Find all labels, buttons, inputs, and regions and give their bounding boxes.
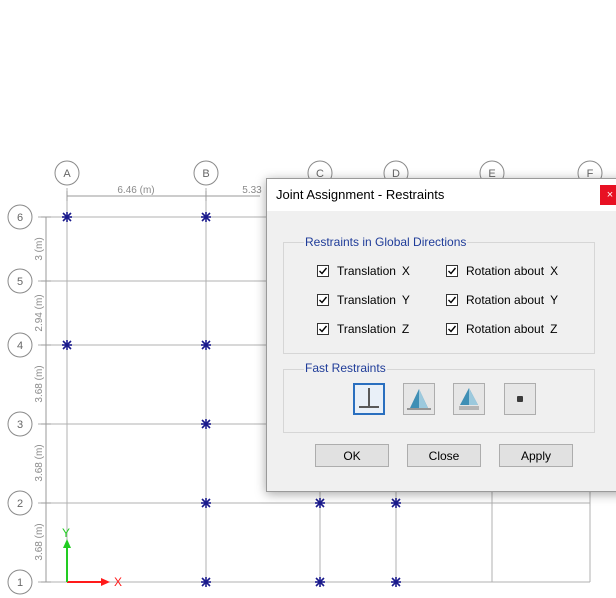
row-label-4: 4	[17, 340, 23, 352]
joint-marker[interactable]	[201, 212, 211, 222]
rotation-y-checkbox[interactable]	[446, 294, 458, 306]
row-spacing-label-21: 3.68 (m)	[34, 523, 45, 560]
joint-marker[interactable]	[391, 577, 401, 587]
row-label-2: 2	[17, 498, 23, 510]
translation-y-checkbox[interactable]	[317, 294, 329, 306]
y-axis-label: Y	[62, 526, 70, 540]
row-label-6: 6	[17, 212, 23, 224]
x-axis-label: X	[114, 575, 122, 589]
column-spacing-label-bc: 5.33	[242, 185, 262, 196]
translation-x-row[interactable]: Translation X	[317, 263, 410, 279]
translation-y-label: Translation	[337, 293, 396, 307]
fast-restraints-group	[283, 369, 595, 433]
dialog-title: Joint Assignment - Restraints	[276, 187, 445, 202]
roller-support-icon	[459, 388, 479, 410]
pinned-support-button[interactable]	[403, 383, 435, 415]
rotation-y-row[interactable]: Rotation about Y	[446, 292, 558, 308]
rotation-y-axis: Y	[550, 293, 559, 307]
row-spacing-label-43: 3.68 (m)	[34, 365, 45, 402]
free-joint-icon	[517, 396, 523, 402]
roller-support-button[interactable]	[453, 383, 485, 415]
pinned-support-icon	[407, 389, 431, 410]
joint-marker[interactable]	[315, 498, 325, 508]
column-label-a: A	[63, 168, 71, 180]
rotation-z-label: Rotation about	[466, 322, 545, 336]
row-label-1: 1	[17, 577, 23, 589]
ok-button[interactable]: OK	[315, 444, 389, 467]
joint-marker[interactable]	[62, 212, 72, 222]
translation-x-checkbox[interactable]	[317, 265, 329, 277]
rotation-z-checkbox[interactable]	[446, 323, 458, 335]
joint-marker[interactable]	[201, 577, 211, 587]
rotation-z-row[interactable]: Rotation about Z	[446, 321, 557, 337]
restraints-dialog: Joint Assignment - Restraints × Restrain…	[266, 178, 616, 492]
row-spacing-label-65: 3 (m)	[34, 237, 45, 260]
fast-restraints-group-label: Fast Restraints	[304, 361, 387, 375]
translation-x-label: Translation	[337, 264, 396, 278]
row-label-5: 5	[17, 276, 23, 288]
joint-marker[interactable]	[201, 340, 211, 350]
column-label-b: B	[202, 168, 209, 180]
joint-marker[interactable]	[315, 577, 325, 587]
row-bubbles	[7, 204, 33, 595]
rotation-x-row[interactable]: Rotation about X	[446, 263, 558, 279]
joint-marker[interactable]	[201, 498, 211, 508]
translation-y-row[interactable]: Translation Y	[317, 292, 410, 308]
free-joint-button[interactable]	[504, 383, 536, 415]
translation-x-axis: X	[401, 264, 410, 278]
translation-y-axis: Y	[401, 293, 410, 307]
rotation-y-label: Rotation about	[466, 293, 545, 307]
dialog-titlebar[interactable]: Joint Assignment - Restraints ×	[267, 179, 616, 211]
fixed-support-button[interactable]	[353, 383, 385, 415]
rotation-x-checkbox[interactable]	[446, 265, 458, 277]
column-spacing-label-ab: 6.46 (m)	[117, 185, 154, 196]
joint-marker[interactable]	[62, 340, 72, 350]
row-spacing-label-54: 2.94 (m)	[34, 294, 45, 331]
row-label-3: 3	[17, 419, 23, 431]
row-spacing-label-32: 3.68 (m)	[34, 444, 45, 481]
fixed-support-icon	[359, 388, 379, 408]
translation-z-axis: Z	[401, 322, 410, 336]
joint-marker[interactable]	[201, 419, 211, 429]
apply-button[interactable]: Apply	[499, 444, 573, 467]
joint-marker[interactable]	[391, 498, 401, 508]
close-button[interactable]: Close	[407, 444, 481, 467]
close-icon[interactable]: ×	[600, 185, 616, 205]
rotation-x-axis: X	[550, 264, 559, 278]
translation-z-label: Translation	[337, 322, 396, 336]
global-axes-icon	[63, 539, 110, 586]
translation-z-row[interactable]: Translation Z	[317, 321, 409, 337]
translation-z-checkbox[interactable]	[317, 323, 329, 335]
rotation-x-label: Rotation about	[466, 264, 545, 278]
dimension-lines	[41, 191, 260, 583]
global-restraints-group-label: Restraints in Global Directions	[304, 235, 468, 249]
rotation-z-axis: Z	[550, 322, 558, 336]
